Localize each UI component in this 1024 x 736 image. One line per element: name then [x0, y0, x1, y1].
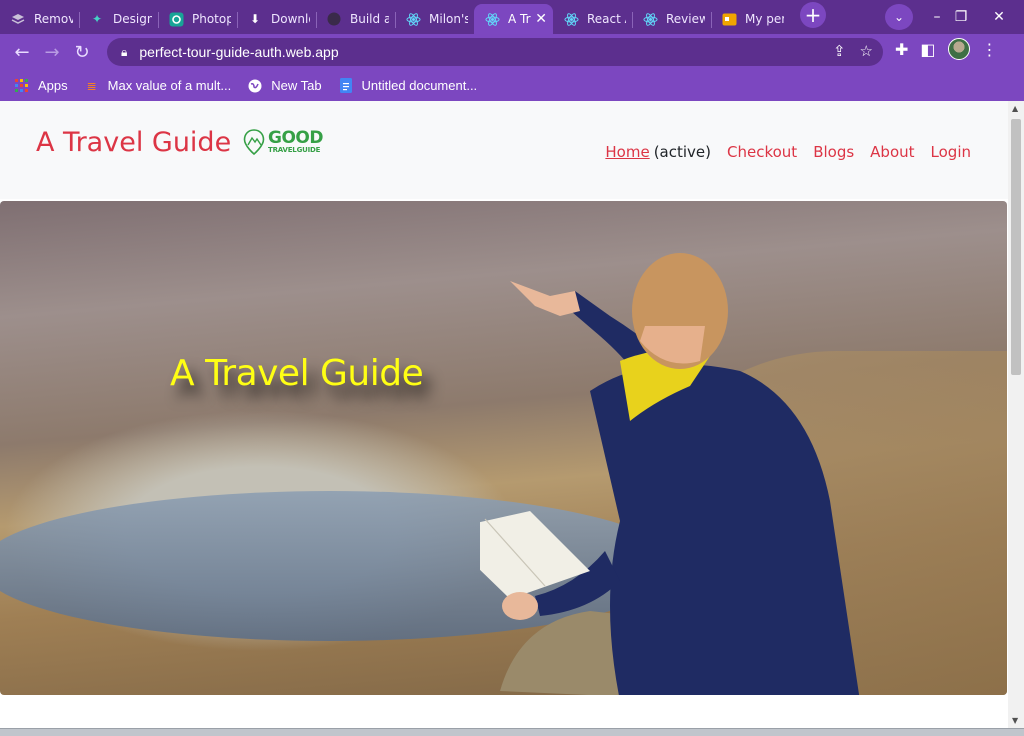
brand-title[interactable]: A Travel Guide	[36, 127, 231, 158]
bookmark-item[interactable]: ≣ Max value of a mult...	[84, 78, 232, 94]
extensions-puzzle-icon[interactable]: ✚	[895, 40, 908, 59]
nav-link-checkout[interactable]: Checkout	[727, 143, 797, 161]
bookmark-item[interactable]: New Tab	[247, 78, 322, 94]
layers-icon	[10, 11, 26, 27]
url-text: perfect-tour-guide-auth.web.app	[139, 44, 339, 60]
tab-label: React A	[587, 12, 626, 26]
bookmark-item[interactable]: Untitled document...	[338, 78, 478, 94]
logo-word-travelguide: TRAVELGUIDE	[268, 146, 321, 154]
bookmark-label: Max value of a mult...	[107, 78, 232, 93]
site-logo[interactable]: GOOD TRAVELGUIDE	[243, 129, 323, 155]
nav-link-about[interactable]: About	[870, 143, 914, 161]
browser-tab[interactable]: Photop	[158, 4, 237, 34]
browser-tab[interactable]: ⬇ Downlo	[237, 4, 316, 34]
browser-tab[interactable]: ✦ Design	[79, 4, 158, 34]
address-bar[interactable]: 🔒︎ perfect-tour-guide-auth.web.app ⇪ ☆	[107, 38, 883, 66]
lock-icon[interactable]: 🔒︎	[121, 45, 127, 60]
os-taskbar	[0, 728, 1024, 736]
bookmark-star-icon[interactable]: ☆	[860, 42, 873, 60]
react-icon	[563, 11, 579, 27]
browser-tab[interactable]: Remov	[0, 4, 79, 34]
apps-grid-icon	[14, 78, 30, 94]
close-window-icon[interactable]: ✕	[982, 0, 1016, 34]
tab-label: Design	[113, 12, 152, 26]
hero-banner: A Travel Guide	[0, 201, 1007, 695]
bookmark-label: New Tab	[271, 78, 322, 93]
forward-arrow-icon[interactable]: →	[37, 37, 67, 67]
tab-label: Build a	[350, 12, 389, 26]
scrollbar-thumb[interactable]	[1011, 119, 1021, 375]
tab-strip: Remov ✦ Design Photop ⬇ Downlo Build a M…	[0, 0, 1024, 34]
hiker-with-map-image	[480, 253, 860, 695]
profile-avatar[interactable]	[947, 38, 970, 60]
portfolio-icon	[721, 11, 737, 27]
tab-label: Review	[666, 12, 705, 26]
more-menu-icon[interactable]: ⋮	[982, 40, 998, 59]
react-icon	[405, 11, 421, 27]
page-scrollbar[interactable]: ▲ ▼	[1008, 101, 1024, 728]
new-tab-button[interactable]: +	[800, 2, 826, 28]
nav-link-blogs[interactable]: Blogs	[813, 143, 854, 161]
download-icon: ⬇	[249, 12, 261, 26]
react-icon	[642, 11, 658, 27]
browser-tab[interactable]: Review	[632, 4, 711, 34]
hero-title: A Travel Guide	[170, 353, 424, 394]
browser-toolbar: ← → ↻ 🔒︎ perfect-tour-guide-auth.web.app…	[0, 34, 1024, 70]
photopea-icon	[168, 11, 184, 27]
tab-label: Remov	[34, 12, 73, 26]
side-panel-icon[interactable]: ◧	[920, 40, 935, 59]
react-icon	[484, 11, 500, 27]
browser-tab-active[interactable]: A Tr ✕	[474, 4, 553, 34]
tab-search-button[interactable]: ⌄	[885, 4, 913, 30]
bookmark-label: Apps	[38, 78, 68, 93]
tab-label: My per	[745, 12, 784, 26]
nav-link-login[interactable]: Login	[931, 143, 971, 161]
site-navbar: A Travel Guide GOOD TRAVELGUIDE Home (act…	[0, 101, 1008, 199]
bookmarks-bar: Apps ≣ Max value of a mult... New Tab Un…	[0, 70, 1024, 101]
browser-tab[interactable]: React A	[553, 4, 632, 34]
scroll-up-arrow-icon[interactable]: ▲	[1012, 104, 1018, 113]
close-tab-icon[interactable]: ✕	[535, 11, 547, 27]
bookmark-apps[interactable]: Apps	[14, 78, 68, 94]
bookmark-label: Untitled document...	[361, 78, 478, 93]
map-pin-logo-icon	[243, 129, 265, 155]
active-marker: (active)	[653, 143, 711, 161]
restore-icon[interactable]: ❐	[944, 0, 978, 34]
share-icon[interactable]: ⇪	[833, 42, 846, 60]
github-icon	[326, 11, 342, 27]
tab-label: Milon's	[429, 12, 468, 26]
nav-link-home[interactable]: Home	[605, 143, 649, 161]
reload-icon[interactable]: ↻	[67, 37, 97, 67]
nav-links: Home (active) Checkout Blogs About Login	[605, 143, 971, 161]
logo-word-good: GOOD	[268, 128, 323, 148]
browser-tab[interactable]: Build a	[316, 4, 395, 34]
tab-label: A Tr	[508, 12, 531, 26]
docs-icon	[338, 78, 354, 94]
scroll-down-arrow-icon[interactable]: ▼	[1012, 716, 1018, 725]
globe-icon	[247, 78, 263, 94]
tab-label: Downlo	[271, 12, 310, 26]
tab-label: Photop	[192, 12, 231, 26]
browser-tab[interactable]: Milon's	[395, 4, 474, 34]
sparkle-icon: ✦	[91, 12, 103, 26]
stackoverflow-icon: ≣	[86, 78, 97, 93]
browser-tab[interactable]: My per	[711, 4, 790, 34]
page-viewport: A Travel Guide GOOD TRAVELGUIDE Home (act…	[0, 101, 1008, 728]
back-arrow-icon[interactable]: ←	[7, 37, 37, 67]
